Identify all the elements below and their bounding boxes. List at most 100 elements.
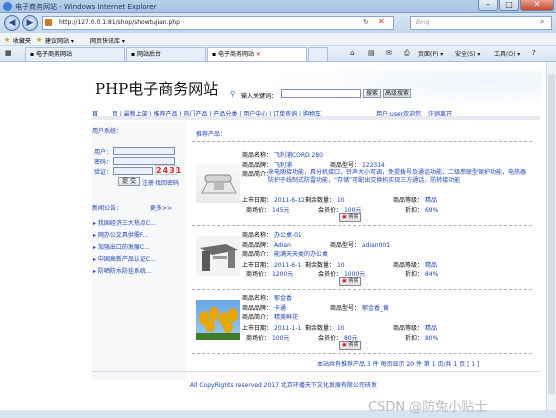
- product-1-model-row: 商品型号： 122314: [330, 162, 385, 169]
- search-box[interactable]: Bing: [410, 16, 552, 30]
- search-icon[interactable]: ⌕: [540, 17, 544, 27]
- captcha-input[interactable]: [113, 167, 153, 175]
- product-1-name-row: 商品名称： 飞利浦CORD 280: [242, 152, 323, 159]
- site-search-button[interactable]: 搜索: [363, 89, 381, 98]
- product-1-stock-row: 剩余数量： 10: [305, 197, 345, 204]
- forgot-password-link[interactable]: 找回密码: [155, 178, 179, 187]
- product-1-market-price-row: 商场价： 145元: [246, 207, 290, 214]
- captcha-label: 验证：: [94, 169, 113, 176]
- product-2-discount-row: 折扣： 84%: [405, 271, 439, 278]
- news-item[interactable]: ▸ 网办公文具供需F...: [93, 230, 148, 239]
- news-item[interactable]: ▸ 加强出口的发展C...: [93, 242, 150, 251]
- tools-menu[interactable]: 工具(O) ▾: [494, 49, 520, 58]
- page-menu[interactable]: 页面(P) ▾: [418, 49, 443, 58]
- product-2-stock-row: 剩余数量： 10: [305, 262, 345, 269]
- product-3-market-price-row: 商场价： 100元: [246, 335, 290, 342]
- product-3-buy-button[interactable]: ▣ 购买: [339, 341, 362, 350]
- window-titlebar: 电子商务网站 - Windows Internet Explorer: [0, 0, 556, 13]
- refresh-icon[interactable]: ↻: [363, 18, 369, 26]
- news-item[interactable]: ▸ 中国高新产品认证C...: [93, 254, 156, 263]
- address-bar[interactable]: http://127.0.0.1:81/shop/showtujian.php: [42, 16, 394, 30]
- product-3-intro-row: 商品简介： 精美鲜花: [242, 314, 298, 321]
- safety-menu[interactable]: 安全(S) ▾: [455, 49, 480, 58]
- product-2-market-price-row: 商场价： 1200元: [246, 271, 294, 278]
- password-input[interactable]: [113, 157, 175, 165]
- product-2-brand-row: 商品品牌： Adian: [242, 242, 291, 249]
- news-item[interactable]: ▸ 我国经济三大热点C...: [93, 218, 156, 227]
- cart-icon: ▣: [342, 342, 347, 348]
- footer-copyright: All CopyRights reserved 2017 北京环播天下文化发展有…: [190, 382, 377, 389]
- product-1-intro: 来电随接功能，具分机接口，铃声大小可调，免提拨号及通话功能，二级串联型保护功能，…: [268, 169, 527, 184]
- username-input[interactable]: [113, 147, 175, 155]
- page-icon: [45, 19, 52, 26]
- favorites-star-icon: ★: [4, 36, 11, 44]
- cart-icon: ▣: [342, 278, 347, 284]
- tab-shop-active[interactable]: ▪ 电子商务网站 ✕: [207, 47, 307, 61]
- cart-icon: ▣: [342, 214, 347, 220]
- pagination-text: 本站共有推荐产品 3 件 每页显示 20 件 第 1 页/共 1 页 [ 1 ]: [317, 361, 480, 368]
- feed-icon[interactable]: ▤: [368, 49, 375, 57]
- maximize-button[interactable]: □: [499, 0, 519, 11]
- product-3-stock-row: 剩余数量： 10: [305, 325, 345, 332]
- product-2-buy-button[interactable]: ▣ 购买: [339, 277, 362, 286]
- vertical-scrollbar[interactable]: [546, 62, 556, 414]
- site-title: PHP电子商务网站: [95, 80, 219, 98]
- captcha-image: 2431: [155, 165, 183, 175]
- product-1-brand-row: 商品品牌： 飞利浦: [242, 162, 292, 169]
- site-search-input[interactable]: [281, 89, 361, 98]
- divider: [192, 353, 532, 354]
- product-2-intro-row: 商品简介： 能满天天类的办公桌: [242, 251, 328, 258]
- divider: [192, 141, 532, 142]
- register-link[interactable]: 注册: [142, 178, 154, 187]
- suggested-sites[interactable]: 建议网站 ▾: [45, 36, 74, 45]
- address-text: http://127.0.0.1:81/shop/showtujian.php: [59, 19, 180, 26]
- close-button[interactable]: ✕: [520, 0, 554, 11]
- window-title: 电子商务网站 - Windows Internet Explorer: [15, 3, 157, 11]
- product-image-phone[interactable]: [196, 163, 240, 203]
- advanced-search-button[interactable]: 高级搜索: [383, 89, 411, 98]
- product-1-grade-row: 商品等级： 精品: [393, 197, 437, 204]
- forward-button[interactable]: ▶: [22, 15, 38, 31]
- back-button[interactable]: ◀: [4, 15, 20, 31]
- login-header: 用户系统：: [92, 128, 123, 135]
- home-icon[interactable]: ⌂: [350, 49, 354, 57]
- tab-shop-1[interactable]: ▪ 电子商务网站: [25, 47, 125, 61]
- search-key-icon: ⚲: [230, 90, 236, 98]
- divider: [192, 289, 532, 290]
- tab-admin[interactable]: ▪ 网站后台: [126, 47, 206, 61]
- tab-bar: ▦ ▪ 电子商务网站 ▪ 网站后台 ▪ 电子商务网站 ✕ ⌂ ▤ ✉ ⎙ 页面(…: [0, 46, 556, 62]
- favorites-bar: ★ 收藏夹 ★ 建议网站 ▾ 网页快讯库 ▾: [0, 33, 556, 46]
- favorites-button[interactable]: 收藏夹: [13, 36, 31, 45]
- print-icon[interactable]: ⎙: [404, 49, 410, 58]
- username-label: 用户：: [94, 149, 113, 156]
- product-3-discount-row: 折扣： 80%: [405, 335, 439, 342]
- product-3-name-row: 商品名称： 郁金香: [242, 295, 292, 302]
- password-label: 密码：: [94, 159, 113, 166]
- product-image-tulip[interactable]: [196, 300, 240, 340]
- mail-icon[interactable]: ✉: [386, 49, 392, 57]
- search-placeholder: Bing: [416, 19, 430, 26]
- minimize-button[interactable]: –: [478, 0, 498, 11]
- window-controls: – □ ✕: [478, 0, 554, 11]
- product-3-grade-row: 商品等级： 精品: [393, 325, 437, 332]
- product-1-date-row: 上市日期： 2011-6-12: [242, 197, 305, 204]
- product-image-desk[interactable]: [196, 236, 240, 276]
- tab-grid-icon[interactable]: ▦: [5, 49, 12, 57]
- product-1-buy-button[interactable]: ▣ 购买: [339, 213, 362, 222]
- web-slice-gallery[interactable]: 网页快讯库 ▾: [90, 36, 125, 45]
- stop-icon[interactable]: ✕: [378, 17, 385, 26]
- section-title: 推荐产品：: [196, 131, 227, 138]
- watermark: CSDN @防兔小贴士: [368, 400, 488, 415]
- news-item[interactable]: ▸ 防晒防水防挂系统...: [93, 266, 152, 275]
- news-more-link[interactable]: 更多>>: [150, 203, 172, 212]
- login-submit-button[interactable]: 提 交: [118, 177, 140, 186]
- news-header: 新闻公告：: [92, 205, 123, 212]
- divider: [192, 225, 532, 226]
- product-2-model-row: 商品型号： adian001: [330, 242, 391, 249]
- site-search-label: 输入关键词：: [241, 93, 278, 100]
- product-2-name-row: 商品名称： 办公桌-01: [242, 232, 302, 239]
- suggested-sites-icon: ★: [36, 36, 43, 44]
- new-tab-button[interactable]: [308, 47, 328, 61]
- help-menu[interactable]: ?: [532, 49, 536, 57]
- ie-logo-icon: [3, 2, 12, 11]
